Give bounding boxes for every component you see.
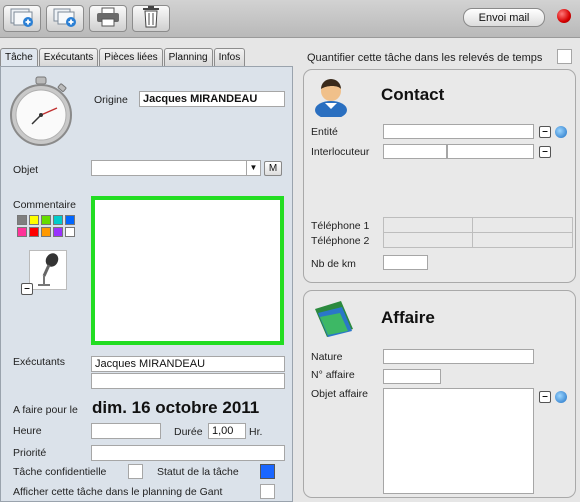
nature-label: Nature (311, 351, 343, 363)
objet-field[interactable] (91, 160, 261, 176)
color-swatch-orange[interactable] (41, 227, 51, 237)
executant-field-2[interactable] (91, 373, 285, 389)
commentaire-textarea[interactable] (91, 196, 284, 345)
tab-executants[interactable]: Exécutants (38, 48, 99, 66)
color-swatch-red[interactable] (29, 227, 39, 237)
executant-field-1[interactable]: Jacques MIRANDEAU (91, 356, 285, 372)
color-swatch-yellow[interactable] (29, 215, 39, 225)
collapse-button[interactable]: – (21, 283, 33, 295)
km-label: Nb de km (311, 258, 356, 270)
km-field[interactable] (383, 255, 428, 270)
confidentielle-label: Tâche confidentielle (13, 466, 107, 478)
numero-affaire-label: N° affaire (311, 369, 355, 381)
gant-checkbox[interactable] (260, 484, 275, 499)
quantifier-label: Quantifier cette tâche dans les relevés … (307, 52, 543, 64)
objet-affaire-search-icon[interactable] (555, 391, 567, 403)
tel2-field-1[interactable] (384, 233, 473, 248)
folder-icon (312, 297, 358, 342)
tab-pieces-liees[interactable]: Pièces liées (99, 48, 163, 66)
telephone-grid (383, 217, 573, 248)
heure-label: Heure (13, 425, 42, 437)
entite-label: Entité (311, 126, 338, 138)
interlocuteur-clear-button[interactable]: – (539, 146, 551, 158)
duree-unit: Hr. (249, 426, 263, 438)
trash-icon (140, 5, 162, 32)
color-swatch-purple[interactable] (53, 227, 63, 237)
interlocuteur-first-field[interactable] (383, 144, 447, 159)
color-swatch-pink[interactable] (17, 227, 27, 237)
interlocuteur-label: Interlocuteur (311, 146, 370, 158)
tel1-field-1[interactable] (384, 218, 473, 233)
stopwatch-icon (7, 75, 75, 150)
color-swatch-gray[interactable] (17, 215, 27, 225)
add-document-icon (8, 6, 36, 31)
duplicate-task-button[interactable] (46, 5, 84, 32)
quantifier-checkbox[interactable] (557, 49, 572, 64)
entite-field[interactable] (383, 124, 534, 139)
statut-color-swatch[interactable] (260, 464, 275, 479)
afaire-label: A faire pour le (13, 404, 78, 416)
microphone-icon (30, 253, 66, 292)
chevron-down-icon: ▼ (249, 163, 258, 172)
tab-tache[interactable]: Tâche (0, 48, 38, 66)
priorite-field[interactable] (91, 445, 285, 461)
heure-field[interactable] (91, 423, 161, 439)
statut-label: Statut de la tâche (157, 466, 239, 478)
tel1-field-2[interactable] (473, 218, 572, 233)
nature-field[interactable] (383, 349, 534, 364)
priorite-label: Priorité (13, 447, 47, 459)
affaire-title: Affaire (381, 308, 435, 327)
gant-label: Afficher cette tâche dans le planning de… (13, 486, 223, 498)
objet-affaire-label: Objet affaire (311, 388, 369, 400)
add-copy-icon (51, 6, 79, 31)
print-button[interactable] (89, 5, 127, 32)
numero-affaire-field[interactable] (383, 369, 441, 384)
affaire-card: Affaire Nature N° affaire Objet affaire … (303, 290, 576, 498)
tab-planning[interactable]: Planning (163, 48, 213, 66)
tel2-field-2[interactable] (473, 233, 572, 248)
duree-label: Durée (174, 426, 203, 438)
objet-affaire-clear-button[interactable]: – (539, 391, 551, 403)
toolbar: Envoi mail (0, 0, 580, 38)
entite-clear-button[interactable]: – (539, 126, 551, 138)
tel2-label: Téléphone 2 (311, 235, 370, 247)
color-swatch-cyan[interactable] (53, 215, 63, 225)
contact-title: Contact (381, 85, 445, 104)
commentaire-label: Commentaire (13, 199, 77, 211)
dictation-button[interactable] (29, 250, 67, 290)
executants-label: Exécutants (13, 356, 65, 368)
color-swatch-blue[interactable] (65, 215, 75, 225)
new-task-button[interactable] (3, 5, 41, 32)
tab-infos[interactable]: Infos (213, 48, 246, 66)
color-swatch-white[interactable] (65, 227, 75, 237)
duree-field[interactable]: 1,00 (208, 423, 246, 439)
origine-field[interactable]: Jacques MIRANDEAU (139, 91, 285, 107)
tab-bar: Tâche Exécutants Pièces liées Planning I… (0, 48, 246, 66)
objet-m-button[interactable]: M (264, 161, 282, 176)
color-swatch-green[interactable] (41, 215, 51, 225)
interlocuteur-last-field[interactable] (447, 144, 534, 159)
tel1-label: Téléphone 1 (311, 220, 370, 232)
status-indicator (557, 9, 571, 23)
printer-icon (94, 6, 122, 31)
objet-affaire-field[interactable] (383, 388, 534, 494)
envoi-mail-button[interactable]: Envoi mail (463, 8, 545, 27)
origine-label: Origine (94, 94, 128, 106)
objet-dropdown-arrow[interactable]: ▼ (246, 161, 260, 175)
contact-person-icon (311, 75, 351, 120)
entite-search-icon[interactable] (555, 126, 567, 138)
contact-card: Contact Entité – Interlocuteur – Télépho… (303, 69, 576, 283)
afaire-date[interactable]: dim. 16 octobre 2011 (92, 398, 259, 418)
task-panel: Origine Jacques MIRANDEAU Objet ▼ M Comm… (0, 66, 293, 502)
delete-button[interactable] (132, 5, 170, 32)
objet-label: Objet (13, 164, 39, 176)
confidentielle-checkbox[interactable] (128, 464, 143, 479)
